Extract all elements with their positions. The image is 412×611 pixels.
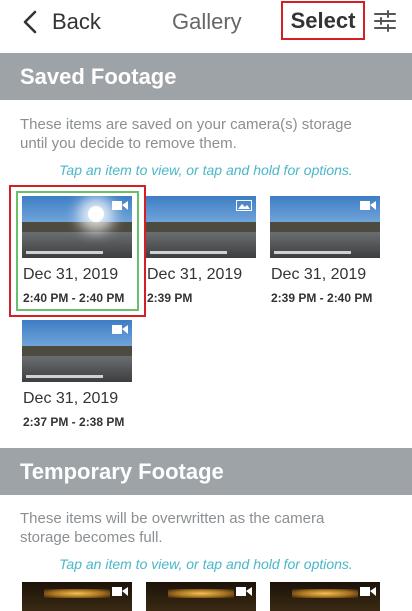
footage-thumbnail — [22, 196, 132, 258]
video-camera-icon — [112, 325, 128, 334]
sliders-icon[interactable] — [373, 9, 397, 33]
footage-thumbnail[interactable] — [146, 582, 256, 611]
photo-icon — [236, 200, 252, 211]
footage-date: Dec 31, 2019 — [147, 266, 243, 283]
footage-time: 2:39 PM - 2:40 PM — [271, 291, 373, 305]
temporary-footage-description: These items will be overwritten as the c… — [20, 510, 325, 546]
footage-date: Dec 31, 2019 — [23, 266, 119, 283]
footage-thumbnail — [22, 320, 132, 382]
footage-date: Dec 31, 2019 — [271, 266, 367, 283]
saved-footage-header: Saved Footage — [0, 53, 412, 100]
video-camera-icon — [112, 201, 128, 210]
footage-time: 2:39 PM — [147, 291, 193, 305]
temporary-footage-header: Temporary Footage — [0, 448, 412, 495]
video-camera-icon — [360, 587, 376, 596]
footage-date: Dec 31, 2019 — [23, 390, 119, 407]
footage-thumbnail — [146, 196, 256, 258]
footage-thumbnail — [270, 196, 380, 258]
footage-time: 2:40 PM - 2:40 PM — [23, 291, 125, 305]
footage-thumbnail[interactable] — [270, 582, 380, 611]
footage-thumbnail[interactable] — [22, 582, 132, 611]
select-button[interactable]: Select — [281, 1, 365, 40]
saved-footage-hint: Tap an item to view, or tap and hold for… — [59, 162, 353, 178]
video-camera-icon — [360, 201, 376, 210]
temporary-footage-hint: Tap an item to view, or tap and hold for… — [59, 556, 353, 572]
page-title: Gallery — [172, 9, 242, 34]
back-label: Back — [52, 9, 101, 34]
footage-time: 2:37 PM - 2:38 PM — [23, 415, 125, 429]
chevron-left-icon — [23, 10, 37, 34]
top-bar: Back Gallery Select — [0, 0, 412, 52]
back-button[interactable]: Back — [18, 6, 101, 38]
saved-footage-description: These items are saved on your camera(s) … — [20, 116, 352, 152]
video-camera-icon — [112, 587, 128, 596]
video-camera-icon — [236, 587, 252, 596]
